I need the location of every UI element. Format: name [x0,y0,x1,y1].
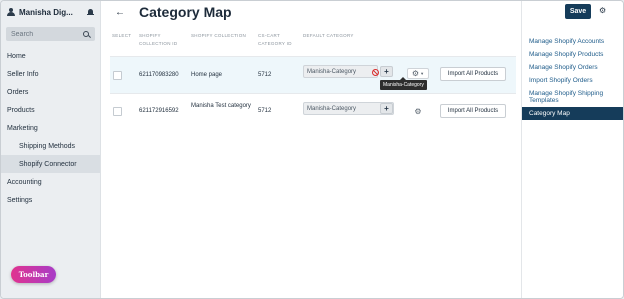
sidebar-item-home[interactable]: Home [1,47,100,65]
search-input[interactable] [11,30,83,38]
add-category-button[interactable]: + [380,103,393,114]
remove-icon[interactable] [372,69,379,76]
gear-icon: ⚙ [411,69,420,78]
bell-icon[interactable] [87,8,94,16]
shopify-connector-menu: Manage Shopify Accounts Manage Shopify P… [522,35,623,120]
sidebar: Manisha Dig... Home Seller Info Orders P… [1,1,101,298]
collection-name: Home page [191,72,223,78]
row-checkbox[interactable] [113,71,122,80]
sidebar-nav: Home Seller Info Orders Products Marketi… [1,47,100,209]
add-category-button[interactable]: + [380,66,393,77]
right-panel: Save ⚙ Manage Shopify Accounts Manage Sh… [521,1,623,298]
import-all-products-button[interactable]: Import All Products [440,67,506,81]
save-button[interactable]: Save [565,4,591,19]
table-row: 621170983280 Home page 5712 Manisha-Cate… [110,56,516,93]
sidebar-item-seller-info[interactable]: Seller Info [1,65,100,83]
menu-item-manage-shopify-orders[interactable]: Manage Shopify Orders [522,61,623,74]
row-settings-button[interactable]: ⚙ ▼ [407,68,429,79]
collection-id: 621172916592 [139,108,179,114]
page-header: ← Category Map [101,1,521,23]
menu-item-category-map[interactable]: Category Map [522,107,623,120]
default-category-select[interactable]: Manisha-Category [303,65,378,78]
gear-icon[interactable]: ⚙ [413,106,423,117]
user-name[interactable]: Manisha Dig... [19,8,87,17]
sidebar-item-accounting[interactable]: Accounting [1,173,100,191]
menu-item-manage-shopify-products[interactable]: Manage Shopify Products [522,48,623,61]
row-checkbox[interactable] [113,107,122,116]
table-row: 621172916592 Manisha Test category 5712 … [110,93,516,127]
cscart-category-id: 5712 [258,108,272,114]
header-shopify-collection-id: SHOPIFY COLLECTION ID [139,33,178,46]
toolbar-button[interactable]: Toolbar [11,266,56,283]
header-shopify-collection: SHOPIFY COLLECTION [191,33,247,38]
gear-icon[interactable]: ⚙ [599,6,606,15]
collection-id: 621170983280 [139,72,179,78]
sidebar-item-orders[interactable]: Orders [1,83,100,101]
category-tooltip: Manisha-Category [380,77,427,90]
search-icon[interactable] [83,30,90,38]
sidebar-item-products[interactable]: Products [1,101,100,119]
sidebar-header[interactable]: Manisha Dig... [1,1,100,23]
back-arrow-icon[interactable]: ← [115,7,125,18]
collection-name: Manisha Test category [191,103,251,109]
sidebar-item-settings[interactable]: Settings [1,191,100,209]
sidebar-item-shipping-methods[interactable]: Shipping Methods [1,137,100,155]
sidebar-item-shopify-connector[interactable]: Shopify Connector [1,155,100,173]
chevron-down-icon: ▼ [420,71,425,76]
app-window: Manisha Dig... Home Seller Info Orders P… [0,0,624,299]
default-category-value: Manisha-Category [307,68,357,75]
user-icon [7,8,15,16]
cscart-category-id: 5712 [258,72,272,78]
sidebar-item-marketing[interactable]: Marketing [1,119,100,137]
main-content: ← Category Map SELECT SHOPIFY COLLECTION… [101,1,521,298]
search-box[interactable] [6,27,95,41]
header-cscart-category-id: CS-CART CATEGORY ID [258,33,292,46]
default-category-value: Manisha-Category [307,105,357,112]
header-default-category: DEFAULT CATEGORY [303,33,354,38]
menu-item-manage-shopify-shipping-templates[interactable]: Manage Shopify Shipping Templates [522,87,623,107]
menu-item-import-shopify-orders[interactable]: Import Shopify Orders [522,74,623,87]
import-all-products-button[interactable]: Import All Products [440,104,506,118]
header-select: SELECT [112,33,132,38]
page-title: Category Map [139,4,232,20]
menu-item-manage-shopify-accounts[interactable]: Manage Shopify Accounts [522,35,623,48]
